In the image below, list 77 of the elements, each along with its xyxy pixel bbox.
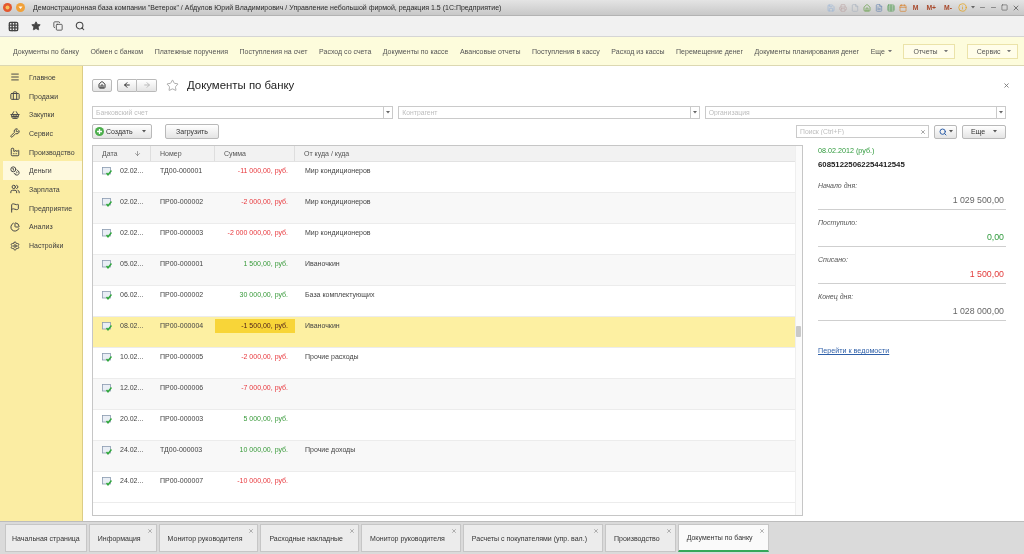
flag-icon: [10, 203, 20, 214]
scroll-thumb[interactable]: [796, 326, 801, 337]
caret-icon: [692, 111, 697, 114]
document-check-icon: [102, 166, 112, 176]
caret-icon: [887, 49, 892, 53]
sort-arrow-icon: [134, 150, 141, 157]
info-icon[interactable]: [958, 3, 967, 12]
arrow-left-icon: [123, 81, 131, 89]
balance-value: 1 028 000,00: [952, 305, 1005, 318]
caret-icon: [971, 6, 975, 9]
close-icon[interactable]: [349, 528, 355, 534]
briefcase-icon: [10, 91, 20, 102]
house-icon: [98, 81, 106, 89]
close-icon[interactable]: [593, 528, 599, 534]
maximize-icon[interactable]: [1001, 4, 1008, 11]
dropdown-button[interactable]: [689, 106, 700, 119]
house-icon[interactable]: [862, 3, 871, 12]
document-check-icon: [102, 321, 112, 331]
basket-icon: [10, 109, 20, 120]
document-check-icon: [102, 197, 112, 207]
caret-icon: [386, 111, 391, 114]
form-title: Документы по банку: [187, 79, 295, 91]
document-check-icon: [102, 228, 112, 238]
save-icon[interactable]: [826, 3, 835, 12]
dash-icon[interactable]: [979, 4, 986, 11]
scrollbar-track[interactable]: [795, 146, 802, 515]
menu-icon: [10, 72, 20, 83]
settings-icon: [10, 240, 20, 251]
minimize-icon[interactable]: [990, 4, 997, 11]
dropdown-button[interactable]: [383, 106, 394, 119]
document-check-icon: [102, 383, 112, 393]
back-button[interactable]: [117, 78, 137, 92]
caret-icon: [993, 130, 998, 133]
factory-icon: [10, 147, 20, 158]
page-icon[interactable]: [850, 3, 859, 12]
balance-value: 1 029 500,00: [952, 194, 1005, 207]
dropdown-button[interactable]: [996, 106, 1006, 119]
close-icon[interactable]: [1012, 3, 1020, 12]
grid-icon[interactable]: [8, 20, 19, 32]
table-icon[interactable]: [886, 3, 895, 12]
menu-icon[interactable]: [16, 3, 25, 12]
wrench-icon: [10, 128, 20, 139]
copy-icon[interactable]: [53, 21, 63, 31]
document-check-icon: [102, 352, 112, 362]
document-check-icon: [102, 290, 112, 300]
logo-icon: [3, 3, 12, 12]
printer-icon[interactable]: [838, 3, 847, 12]
close-icon[interactable]: [146, 528, 153, 534]
close-icon[interactable]: [665, 528, 672, 534]
star-icon[interactable]: [166, 78, 179, 92]
search-icon[interactable]: [75, 21, 85, 31]
home-button[interactable]: [92, 78, 112, 92]
coins-icon: [10, 165, 20, 176]
balance-value: 0,00: [986, 231, 1005, 244]
document-check-icon: [102, 414, 112, 424]
close-icon[interactable]: [1003, 81, 1010, 89]
arrow-right-icon: [142, 81, 151, 89]
caret-icon: [142, 130, 146, 133]
pie-chart-icon: [10, 221, 20, 232]
close-icon[interactable]: [450, 528, 457, 534]
close-icon[interactable]: [758, 528, 765, 534]
search-icon: [938, 127, 947, 136]
close-icon[interactable]: [248, 528, 255, 534]
search-button[interactable]: [934, 124, 957, 139]
caret-icon: [948, 130, 953, 133]
document-check-icon: [102, 445, 112, 455]
calendar-icon[interactable]: [898, 3, 907, 12]
caret-icon: [1006, 49, 1011, 53]
plus-icon: [95, 127, 104, 136]
caret-icon: [943, 49, 948, 53]
people-icon: [10, 184, 20, 195]
document-check-icon: [102, 259, 112, 269]
balance-value: 1 500,00: [969, 268, 1005, 281]
document-icon[interactable]: [874, 3, 883, 12]
document-check-icon: [102, 476, 112, 486]
star-icon[interactable]: [31, 21, 41, 31]
caret-icon: [999, 111, 1003, 114]
